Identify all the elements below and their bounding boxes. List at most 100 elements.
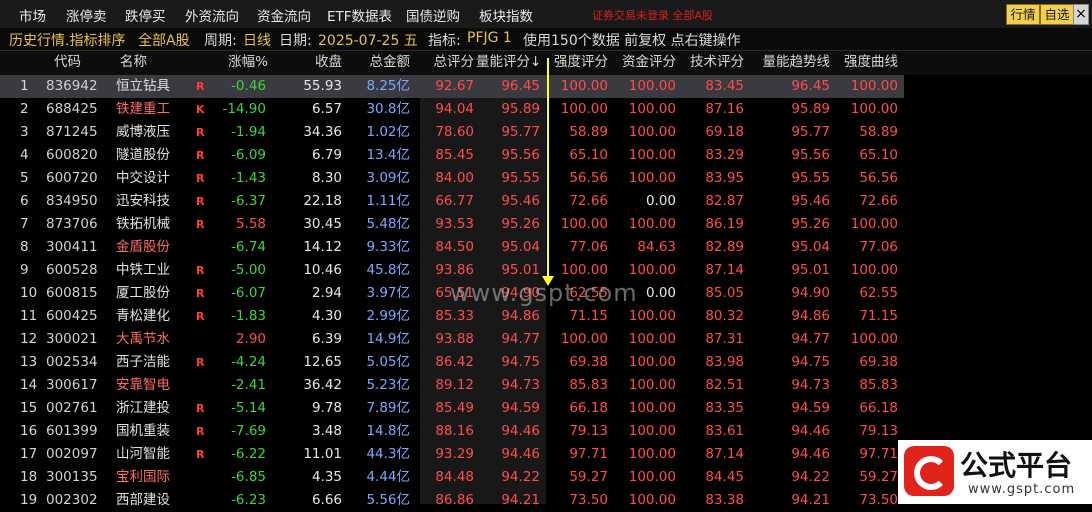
column-header-code[interactable]: 代码 (54, 51, 126, 74)
menu-item-limit-down-buy[interactable]: 跌停买 (125, 5, 166, 25)
strength-curve: 100.00 (850, 216, 898, 232)
stock-name: 隧道股份 (116, 147, 170, 163)
close-price: 8.30 (311, 170, 342, 186)
status-flag: R (196, 448, 205, 461)
strength-curve: 65.10 (859, 147, 898, 163)
strength-curve: 71.15 (859, 308, 898, 324)
brand-mark-icon (904, 446, 954, 496)
total-score: 89.12 (435, 377, 474, 393)
stock-name: 迅安科技 (116, 193, 170, 209)
menu-item-sector-index[interactable]: 板块指数 (479, 5, 533, 25)
column-header-volume-trend[interactable]: 量能趋势线 (746, 51, 831, 74)
change-pct: -14.90 (222, 101, 266, 117)
change-pct: -6.07 (231, 285, 266, 301)
stock-code: 600528 (46, 262, 98, 278)
column-header-change-pct[interactable]: 涨幅% (210, 51, 268, 74)
stock-code: 836942 (46, 78, 98, 94)
stock-code: 002302 (46, 492, 98, 508)
column-header-tech-score[interactable]: 技术评分 (678, 51, 744, 74)
date-value[interactable]: 2025-07-25 五 (318, 30, 418, 50)
watchlist-button[interactable]: 自选 (1040, 4, 1074, 25)
change-pct: -6.23 (231, 492, 266, 508)
volume-score: 94.22 (501, 469, 540, 485)
table-row[interactable]: 15 002761 浙江建投 R -5.14 9.78 7.89亿 85.49 94.59 66.… (0, 397, 904, 420)
table-row[interactable]: 1 836942 恒立钻具 R -0.46 55.93 8.25亿 92.67 96.45 100… (0, 75, 904, 98)
stock-name: 安靠智电 (116, 377, 170, 393)
table-row[interactable]: 8 300411 金盾股份 -6.74 14.12 9.33亿 84.50 95.04 77.0… (0, 236, 904, 259)
row-index: 16 (20, 423, 38, 439)
table-row[interactable]: 18 300135 宝利国际 -6.85 4.35 4.44亿 84.48 94.22 59.2… (0, 466, 904, 489)
menu-item-etf-data[interactable]: ETF数据表 (327, 5, 392, 25)
stock-code: 300411 (46, 239, 98, 255)
table-row[interactable]: 12 300021 大禹节水 2.90 6.39 14.9亿 93.88 94.77 100.0… (0, 328, 904, 351)
column-header-name[interactable]: 名称 (120, 51, 196, 74)
quote-button[interactable]: 行情 (1006, 4, 1040, 25)
tech-score: 83.98 (705, 354, 744, 370)
status-flag (196, 374, 210, 397)
column-header-fund-score[interactable]: 资金评分 (610, 51, 676, 74)
table-row[interactable]: 13 002534 西子洁能 R -4.24 12.65 5.05亿 86.42 94.75 69… (0, 351, 904, 374)
indicator-value[interactable]: PFJG 1 (467, 30, 512, 46)
close-price: 6.57 (311, 101, 342, 117)
close-price: 11.01 (303, 446, 342, 462)
total-score: 84.48 (435, 469, 474, 485)
status-flag: R (196, 195, 205, 208)
column-header-volume-score[interactable]: 量能评分↓ (476, 51, 540, 74)
table-row[interactable]: 17 002097 山河智能 R -6.22 11.01 44.3亿 93.29 94.46 97… (0, 443, 904, 466)
indicator-label: 指标: (428, 33, 461, 49)
menu-item-market[interactable]: 市场 (19, 5, 46, 25)
volume-trend: 94.77 (791, 331, 830, 347)
menu-item-bond-repo[interactable]: 国债逆购 (406, 5, 460, 25)
close-icon[interactable]: × (1073, 4, 1089, 25)
status-flag: K (196, 103, 205, 116)
row-index: 11 (20, 308, 38, 324)
volume-trend: 95.01 (791, 262, 830, 278)
column-header-strength-curve[interactable]: 强度曲线 (832, 51, 898, 74)
volume-score: 95.89 (501, 101, 540, 117)
column-header-close[interactable]: 收盘 (270, 51, 342, 74)
volume-score: 95.77 (501, 124, 540, 140)
column-header-amount[interactable]: 总金额 (344, 51, 411, 74)
status-flag: R (196, 126, 205, 139)
table-row[interactable]: 6 834950 迅安科技 R -6.37 22.18 1.11亿 66.77 95.46 72.… (0, 190, 904, 213)
column-header-strength-score[interactable]: 强度评分 (542, 51, 608, 74)
change-pct: -1.94 (231, 124, 266, 140)
period-label: 周期: (204, 33, 237, 49)
row-index: 7 (20, 216, 29, 232)
menu-item-capital-flow[interactable]: 资金流向 (257, 5, 311, 25)
volume-score: 94.21 (501, 492, 540, 508)
period-value[interactable]: 日线 (243, 30, 271, 50)
row-index: 10 (20, 285, 38, 301)
volume-trend: 95.55 (791, 170, 830, 186)
column-header-total-score[interactable]: 总评分 (412, 51, 475, 74)
stock-code: 002534 (46, 354, 98, 370)
menu-item-foreign-flow[interactable]: 外资流向 (185, 5, 239, 25)
volume-trend: 95.56 (791, 147, 830, 163)
table-row[interactable]: 4 600820 隧道股份 R -6.09 6.79 13.4亿 85.45 95.56 65.1… (0, 144, 904, 167)
table-row[interactable]: 2 688425 铁建重工 K -14.90 6.57 30.8亿 94.04 95.89 100… (0, 98, 904, 121)
stock-name: 厦工股份 (116, 285, 170, 301)
tech-score: 82.51 (705, 377, 744, 393)
table-row[interactable]: 3 871245 威博液压 R -1.94 34.36 1.02亿 78.60 95.77 58.… (0, 121, 904, 144)
table-row[interactable]: 16 601399 国机重装 R -7.69 3.48 14.8亿 88.16 94.46 79.… (0, 420, 904, 443)
market-scope[interactable]: 全部A股 (138, 30, 190, 50)
status-flag (196, 489, 210, 512)
amount: 5.05亿 (366, 354, 410, 370)
change-pct: -5.00 (231, 262, 266, 278)
menu-item-limit-up-sell[interactable]: 涨停卖 (66, 5, 107, 25)
stock-code: 300617 (46, 377, 98, 393)
table-row[interactable]: 19 002302 西部建设 -6.23 6.66 5.56亿 86.86 94.21 73.5… (0, 489, 904, 512)
fund-score: 100.00 (628, 492, 676, 508)
table-row[interactable]: 11 600425 青松建化 R -1.83 4.30 2.99亿 85.33 94.86 71.… (0, 305, 904, 328)
fund-score: 100.00 (628, 170, 676, 186)
table-row[interactable]: 7 873706 铁拓机械 R 5.58 30.45 5.48亿 93.53 95.26 100.… (0, 213, 904, 236)
annotation-arrow-line (547, 58, 549, 283)
table-row[interactable]: 14 300617 安靠智电 -2.41 36.42 5.23亿 89.12 94.73 85.… (0, 374, 904, 397)
stock-name: 西部建设 (116, 492, 170, 508)
change-pct: -6.22 (231, 446, 266, 462)
volume-trend: 94.75 (791, 354, 830, 370)
row-index: 5 (20, 170, 29, 186)
table-row[interactable]: 5 600720 中交设计 R -1.43 8.30 3.09亿 84.00 95.55 56.5… (0, 167, 904, 190)
fund-score: 0.00 (645, 193, 676, 209)
brand-url: www.gspt.com (968, 482, 1076, 497)
